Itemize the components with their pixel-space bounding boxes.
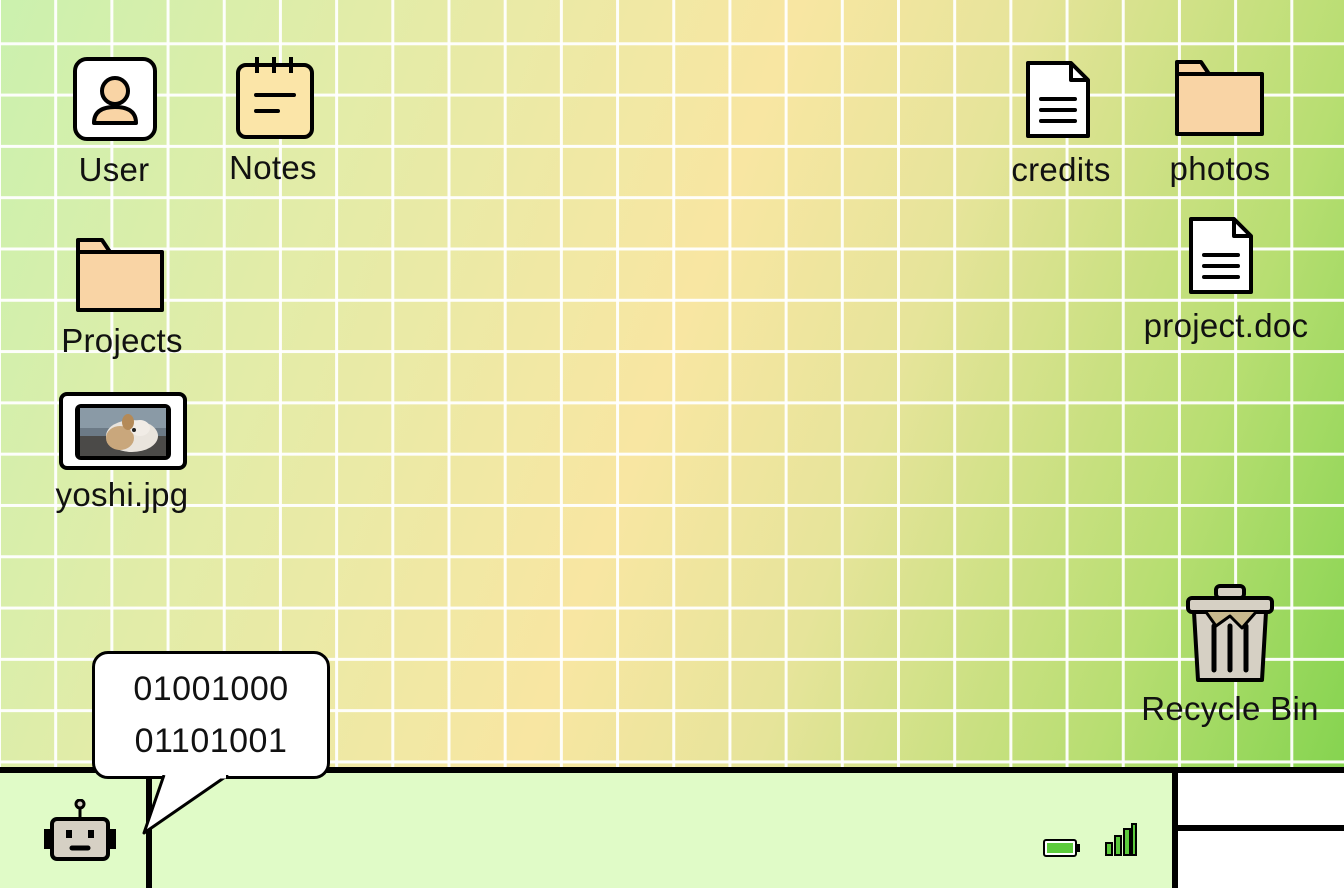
signal-strength-icon: [1105, 823, 1137, 856]
desktop-icon-label: project.doc: [1143, 307, 1309, 344]
desktop-icon-notes[interactable]: Notes: [228, 55, 318, 187]
desktop-icon-projects[interactable]: Projects: [52, 234, 192, 360]
battery-icon: [1043, 839, 1080, 857]
desktop-icon-label: yoshi.jpg: [55, 476, 189, 513]
desktop-icon-label: photos: [1169, 150, 1271, 187]
tray-bottom-slot[interactable]: [1178, 831, 1344, 888]
desktop-icon-credits[interactable]: credits: [1003, 61, 1119, 189]
speech-line-2: 01101001: [134, 722, 288, 760]
speech-bubble-tail: [142, 775, 229, 835]
desktop-icon-label: Projects: [61, 322, 183, 359]
user-profile-icon: [73, 57, 157, 141]
desktop-icon-yoshi-jpg[interactable]: yoshi.jpg: [44, 392, 200, 514]
tray-top-slot[interactable]: [1178, 773, 1344, 831]
desktop-icon-project-doc[interactable]: project.doc: [1128, 217, 1324, 345]
desktop-icon-user[interactable]: User: [70, 57, 158, 189]
desktop-icon-photos[interactable]: photos: [1158, 58, 1282, 188]
folder-icon: [76, 238, 164, 312]
desktop-icon-label: User: [78, 151, 150, 188]
desktop-icon-recycle-bin[interactable]: Recycle Bin: [1132, 582, 1328, 728]
notepad-icon: [236, 57, 314, 139]
folder-icon: [1175, 60, 1264, 136]
trash-icon: [1186, 584, 1274, 682]
image-thumbnail-icon: [59, 392, 187, 470]
speech-line-1: 01001000: [133, 670, 289, 708]
desktop-icon-label: Notes: [229, 149, 317, 186]
document-icon: [1026, 61, 1090, 138]
system-tray-panel: [1172, 773, 1344, 888]
document-icon: [1189, 217, 1253, 294]
robot-icon[interactable]: [40, 799, 120, 869]
assistant-area: [0, 773, 152, 888]
desktop-icon-label: credits: [1011, 151, 1111, 188]
assistant-speech-bubble: 01001000 01101001: [92, 651, 330, 779]
desktop-icon-label: Recycle Bin: [1141, 690, 1319, 727]
